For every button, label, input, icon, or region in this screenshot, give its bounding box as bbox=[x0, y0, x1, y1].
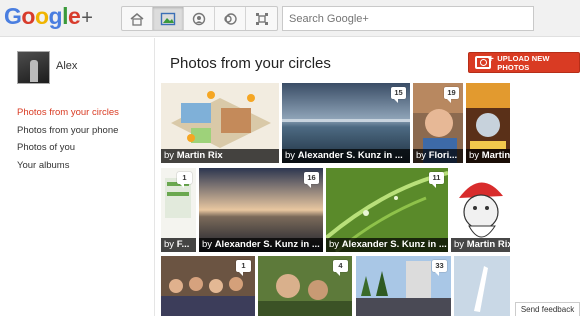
send-feedback-button[interactable]: Send feedback bbox=[515, 302, 580, 316]
upload-photos-button[interactable]: + UPLOAD NEW PHOTOS bbox=[468, 52, 580, 73]
top-nav bbox=[121, 6, 278, 31]
sidebar-nav: Photos from your circles Photos from you… bbox=[17, 104, 119, 174]
photo-tile[interactable]: 4 bbox=[258, 256, 352, 316]
google-plus-logo[interactable]: Google+ bbox=[4, 3, 93, 30]
logo-letter: e bbox=[67, 3, 81, 29]
logo-letter: G bbox=[4, 3, 22, 29]
logo-letter: o bbox=[34, 3, 49, 29]
photo-caption: by F... bbox=[161, 238, 196, 252]
comment-count-badge: 1 bbox=[177, 172, 192, 188]
photo-tile[interactable]: by Martin bbox=[466, 83, 510, 163]
profile-button[interactable] bbox=[184, 7, 215, 30]
user-name[interactable]: Alex bbox=[56, 60, 77, 72]
upload-label: UPLOAD NEW PHOTOS bbox=[497, 53, 550, 72]
photo-image bbox=[454, 256, 510, 316]
comment-count-badge: 1 bbox=[236, 260, 251, 276]
home-icon bbox=[130, 12, 144, 26]
photo-caption: by Alexander S. Kunz in ... bbox=[282, 149, 410, 163]
photo-tile[interactable]: 16 by Alexander S. Kunz in ... bbox=[199, 168, 323, 252]
comment-count-badge: 11 bbox=[429, 172, 444, 188]
top-bar: Google+ bbox=[0, 0, 580, 37]
photo-caption: by Flori... bbox=[413, 149, 463, 163]
photo-tile[interactable]: 1 by F... bbox=[161, 168, 196, 252]
circles-button[interactable] bbox=[215, 7, 246, 30]
sidebar-item-photos-from-phone[interactable]: Photos from your phone bbox=[17, 122, 119, 140]
search-input[interactable] bbox=[282, 6, 534, 31]
photo-tile[interactable] bbox=[454, 256, 510, 316]
home-button[interactable] bbox=[122, 7, 153, 30]
plus-icon: + bbox=[488, 54, 494, 65]
sidebar-item-photos-of-you[interactable]: Photos of you bbox=[17, 139, 119, 157]
photo-tile[interactable]: 33 bbox=[356, 256, 451, 316]
photo-tile[interactable]: 15 by Alexander S. Kunz in ... bbox=[282, 83, 410, 163]
games-icon bbox=[255, 12, 268, 25]
sidebar: Alex Photos from your circles Photos fro… bbox=[0, 38, 155, 316]
circles-icon bbox=[224, 12, 237, 25]
page-title: Photos from your circles bbox=[170, 55, 331, 72]
logo-letter: g bbox=[48, 3, 63, 29]
sidebar-item-photos-from-circles[interactable]: Photos from your circles bbox=[17, 104, 119, 122]
sidebar-item-your-albums[interactable]: Your albums bbox=[17, 157, 119, 175]
photo-caption: by Alexander S. Kunz in ... bbox=[326, 238, 448, 252]
photo-tile[interactable]: by Martin Rix bbox=[161, 83, 279, 163]
photo-caption: by Martin bbox=[466, 149, 510, 163]
comment-count-badge: 16 bbox=[304, 172, 319, 188]
photo-caption: by Martin Rix bbox=[161, 149, 279, 163]
avatar[interactable] bbox=[17, 51, 50, 84]
photo-tile[interactable]: 11 by Alexander S. Kunz in ... bbox=[326, 168, 448, 252]
profile-icon bbox=[192, 12, 206, 25]
comment-count-badge: 4 bbox=[333, 260, 348, 276]
logo-letter: o bbox=[21, 3, 35, 29]
photo-tile[interactable]: 19 by Flori... bbox=[413, 83, 463, 163]
photo-caption: by Martin Rix bbox=[451, 238, 510, 252]
logo-plus: + bbox=[81, 7, 93, 29]
games-button[interactable] bbox=[246, 7, 277, 30]
photo-tile[interactable]: by Martin Rix bbox=[451, 168, 510, 252]
comment-count-badge: 19 bbox=[444, 87, 459, 103]
photo-caption: by Alexander S. Kunz in ... bbox=[199, 238, 323, 252]
comment-count-badge: 33 bbox=[432, 260, 447, 276]
photos-icon bbox=[160, 12, 176, 25]
photo-tile[interactable]: 1 bbox=[161, 256, 255, 316]
comment-count-badge: 15 bbox=[391, 87, 406, 103]
photos-button[interactable] bbox=[153, 7, 184, 30]
